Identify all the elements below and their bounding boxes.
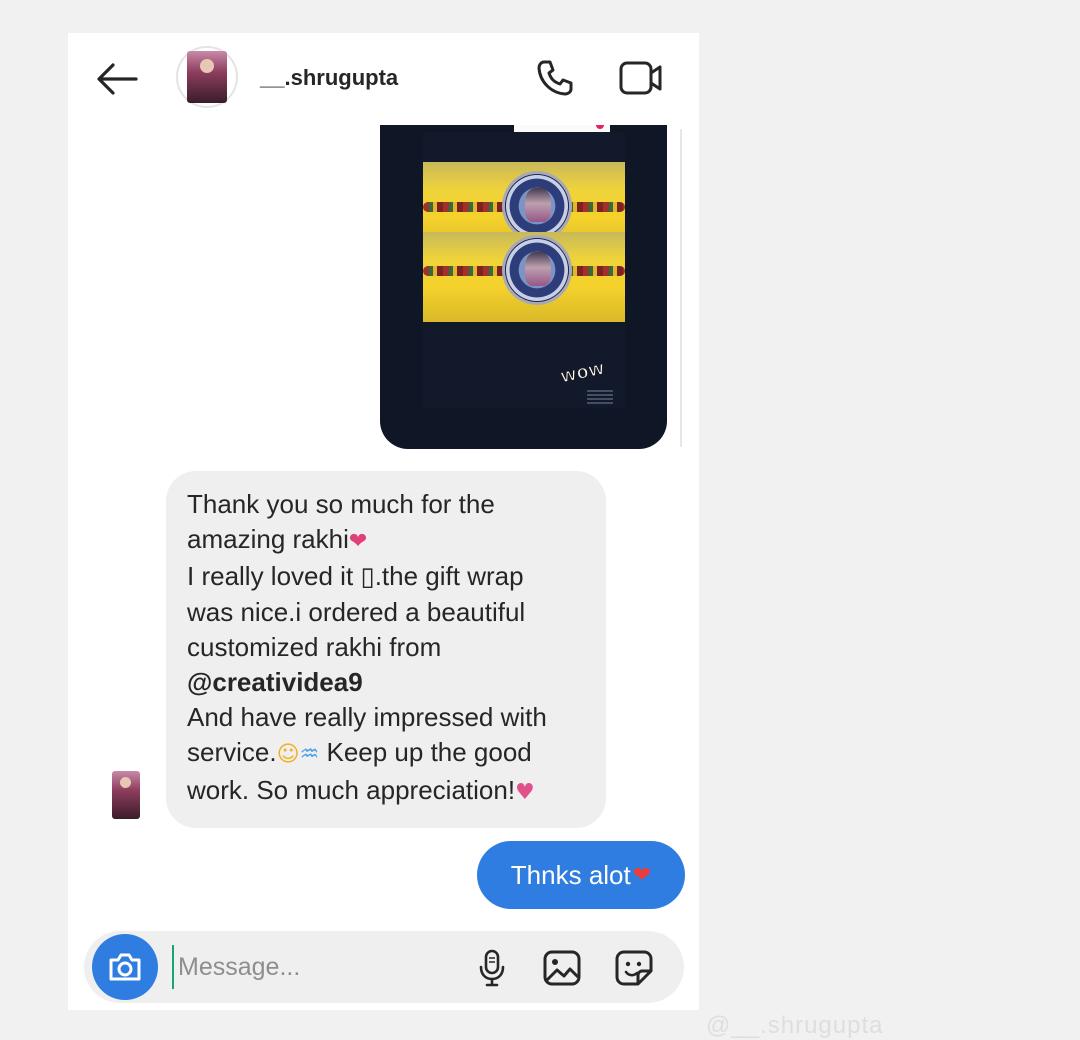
small-caption [587, 390, 613, 404]
wow-sticker: wow [559, 357, 608, 388]
shared-story-media[interactable]: wow [380, 125, 667, 449]
rakhi-photo-disc [505, 238, 569, 302]
avatar-image [187, 51, 227, 103]
message-line: I really loved it ▯.the gift wrap [187, 561, 524, 592]
gallery-button[interactable] [538, 945, 586, 991]
camera-button[interactable] [92, 934, 158, 1000]
message-line: work. So much appreciation!♥ [187, 774, 535, 805]
gallery-icon [543, 950, 581, 986]
two-hearts-emoji-icon: ♥ [515, 779, 535, 805]
sender-avatar[interactable] [106, 769, 146, 821]
message-line: was nice.i ordered a beautiful [187, 596, 526, 627]
heart-emoji-icon: ❤ [348, 529, 368, 555]
received-message-bubble[interactable]: Thank you so much for the amazing rakhi❤… [166, 471, 606, 828]
watermark: @__.shrugupta [706, 1012, 884, 1039]
arrow-left-icon [97, 63, 138, 95]
contact-username[interactable]: __.shrugupta [260, 65, 398, 91]
message-line: And have really impressed with [187, 702, 547, 733]
dm-thread-screen: __.shrugupta wow Thank you so much for t… [68, 33, 699, 1010]
scrollbar[interactable] [680, 129, 682, 447]
rakhi-photo-disc [505, 174, 569, 238]
rainbow-emoji-icon: ♒ [299, 742, 320, 768]
sent-message-bubble[interactable]: Thnks alot ❤ [477, 841, 685, 909]
rakhi-photo: wow [423, 132, 625, 408]
message-line: customized rakhi from [187, 631, 442, 662]
video-call-button[interactable] [616, 55, 666, 101]
message-line: Thank you so much for the [187, 489, 495, 519]
voice-call-button[interactable] [530, 55, 580, 101]
sticker-icon [615, 950, 653, 986]
avatar-image [112, 771, 140, 819]
contact-avatar[interactable] [176, 46, 238, 108]
video-camera-icon [619, 61, 662, 95]
sent-message-text: Thnks alot [510, 859, 631, 890]
smiling-halo-emoji-icon: ☺ [276, 742, 300, 768]
message-line: amazing rakhi❤ [187, 524, 368, 555]
microphone-icon [479, 949, 505, 987]
message-composer [84, 931, 684, 1003]
chat-header: __.shrugupta [68, 33, 699, 125]
phone-icon [537, 60, 573, 96]
back-button[interactable] [92, 57, 142, 101]
camera-icon [109, 953, 141, 981]
message-input[interactable] [172, 945, 458, 989]
message-line: service.☺♒ Keep up the good [187, 737, 532, 768]
voice-message-button[interactable] [468, 945, 516, 991]
red-heart-emoji-icon: ❤ [632, 862, 652, 888]
sticker-button[interactable] [610, 945, 658, 991]
mention-link[interactable]: @creatividea9 [187, 665, 582, 700]
rakhi-band-bottom [423, 232, 625, 322]
